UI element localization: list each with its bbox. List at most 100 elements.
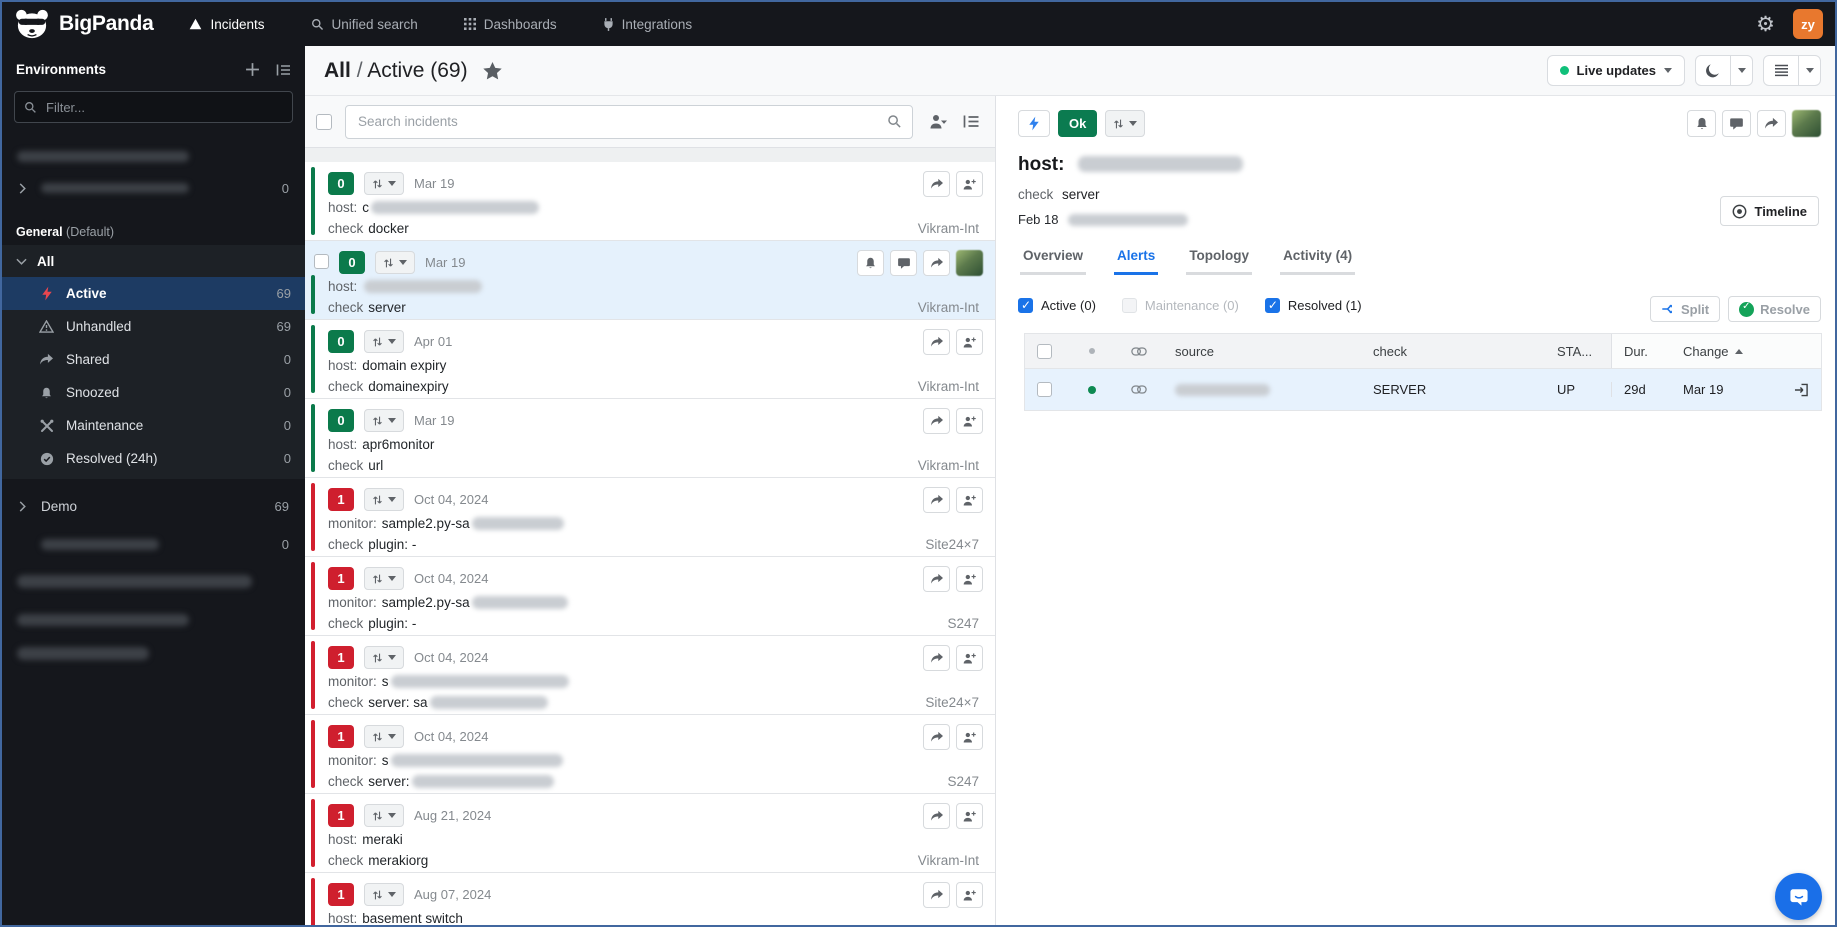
assign-user-button[interactable] [956, 408, 983, 434]
share-button[interactable] [923, 408, 950, 434]
sidebar-group-all[interactable]: All [2, 245, 305, 277]
nav-unified-search[interactable]: Unified search [311, 17, 418, 32]
share-button[interactable] [923, 882, 950, 908]
tab-topology[interactable]: Topology [1186, 248, 1253, 275]
comment-button[interactable] [890, 250, 917, 276]
share-button[interactable] [1757, 110, 1786, 137]
assign-user-button[interactable] [956, 487, 983, 513]
dark-mode-button[interactable] [1695, 55, 1753, 86]
assign-user-button[interactable] [956, 329, 983, 355]
list-view-icon[interactable] [963, 114, 980, 129]
sidebar-group-redacted[interactable]: 0 [2, 529, 305, 559]
chat-widget-button[interactable] [1775, 873, 1822, 920]
incident-card[interactable]: 1 Oct 04, 2024 monitor: s check server: S2… [305, 715, 995, 794]
priority-sort-button[interactable] [364, 725, 404, 748]
sidebar-group-demo[interactable]: Demo 69 [2, 489, 305, 523]
caret-down-icon[interactable] [1798, 56, 1820, 85]
user-avatar[interactable]: zy [1793, 9, 1823, 39]
link-icon[interactable] [1115, 385, 1163, 394]
priority-sort-button[interactable] [364, 883, 404, 906]
incident-checkbox[interactable] [314, 254, 329, 269]
incident-card[interactable]: 0 Apr 01 host: domain expiry check domaine… [305, 320, 995, 399]
sidebar-item-unhandled[interactable]: Unhandled 69 [2, 310, 305, 343]
filter-active[interactable]: Active (0) [1018, 298, 1096, 313]
gear-icon[interactable]: ⚙ [1756, 14, 1775, 35]
filter-resolved[interactable]: Resolved (1) [1264, 298, 1362, 313]
incident-card[interactable]: 1 Oct 04, 2024 monitor: sample2.py-sa che… [305, 557, 995, 636]
comment-button[interactable] [1722, 110, 1751, 137]
share-button[interactable] [923, 566, 950, 592]
priority-sort-button[interactable] [1105, 110, 1146, 137]
col-change[interactable]: Change [1671, 334, 1821, 368]
tab-activity[interactable]: Activity (4) [1280, 248, 1356, 275]
col-source[interactable]: source [1163, 344, 1361, 359]
bigpanda-logo[interactable]: BigPanda [2, 9, 154, 39]
trigger-button[interactable] [1018, 110, 1050, 137]
nav-integrations[interactable]: Integrations [603, 17, 692, 32]
nav-incidents[interactable]: Incidents [189, 17, 265, 32]
select-all-checkbox[interactable] [1037, 343, 1052, 359]
incident-card-selected[interactable]: 0 Mar 19 host: check server Vikram-Int [305, 241, 995, 320]
sidebar-item-active[interactable]: Active 69 [2, 277, 305, 310]
share-button[interactable] [923, 645, 950, 671]
priority-sort-button[interactable] [364, 646, 404, 669]
sidebar-item-maintenance[interactable]: Maintenance 0 [2, 409, 305, 442]
share-button[interactable] [923, 724, 950, 750]
tab-alerts[interactable]: Alerts [1114, 248, 1159, 275]
environment-filter-input[interactable] [44, 98, 283, 116]
tab-overview[interactable]: Overview [1020, 248, 1087, 275]
caret-down-icon[interactable] [1730, 56, 1752, 85]
sidebar-item-snoozed[interactable]: Snoozed 0 [2, 376, 305, 409]
layout-options-button[interactable] [1763, 55, 1821, 86]
assign-user-button[interactable] [956, 803, 983, 829]
assignee-avatar[interactable] [1792, 110, 1821, 137]
priority-sort-button[interactable] [364, 409, 404, 432]
assign-user-button[interactable] [956, 724, 983, 750]
incident-card[interactable]: 1 Aug 21, 2024 host: meraki check merakior… [305, 794, 995, 873]
assignee-avatar[interactable] [956, 250, 983, 276]
sidebar-group-redacted[interactable]: 0 [2, 173, 305, 203]
priority-sort-button[interactable] [375, 251, 415, 274]
priority-sort-button[interactable] [364, 488, 404, 511]
checkbox-checked-icon[interactable] [1264, 298, 1280, 313]
environment-list-icon[interactable] [276, 63, 291, 77]
share-button[interactable] [923, 250, 950, 276]
assign-user-button[interactable] [956, 645, 983, 671]
incident-search-input[interactable] [356, 113, 879, 130]
share-button[interactable] [923, 803, 950, 829]
assignee-filter-icon[interactable] [929, 113, 947, 130]
share-button[interactable] [923, 487, 950, 513]
select-all-checkbox[interactable] [316, 113, 332, 130]
star-icon[interactable] [482, 61, 502, 80]
live-updates-button[interactable]: Live updates [1546, 55, 1685, 86]
ok-status-button[interactable]: Ok [1058, 110, 1098, 137]
timeline-button[interactable]: Timeline [1720, 196, 1819, 226]
sidebar-item-shared[interactable]: Shared 0 [2, 343, 305, 376]
priority-sort-button[interactable] [364, 172, 404, 195]
split-button[interactable]: Split [1649, 296, 1721, 322]
snooze-button[interactable] [1687, 110, 1716, 137]
col-check[interactable]: check [1361, 344, 1551, 359]
checkbox-unchecked-icon[interactable] [1121, 298, 1137, 313]
add-environment-icon[interactable] [245, 62, 260, 77]
open-alert-icon[interactable] [1794, 383, 1809, 397]
assign-user-button[interactable] [956, 882, 983, 908]
sidebar-item-resolved[interactable]: Resolved (24h) 0 [2, 442, 305, 475]
incident-card[interactable]: 1 Oct 04, 2024 monitor: s check server: sa… [305, 636, 995, 715]
breadcrumb-root[interactable]: All [324, 59, 351, 82]
checkbox-checked-icon[interactable] [1018, 298, 1033, 313]
col-status[interactable]: STA... [1551, 344, 1611, 359]
col-duration[interactable]: Dur. [1611, 334, 1671, 368]
incident-card[interactable]: 0 Mar 19 host: apr6monitor check url Vikra… [305, 399, 995, 478]
priority-sort-button[interactable] [364, 567, 404, 590]
resolve-button[interactable]: Resolve [1728, 296, 1821, 322]
search-icon[interactable] [887, 114, 902, 129]
nav-dashboards[interactable]: Dashboards [463, 17, 557, 32]
snooze-button[interactable] [857, 250, 884, 276]
row-checkbox[interactable] [1037, 382, 1052, 397]
priority-sort-button[interactable] [364, 804, 404, 827]
incident-card[interactable]: 1 Aug 07, 2024 host: basement switch [305, 873, 995, 925]
priority-sort-button[interactable] [364, 330, 404, 353]
alert-row[interactable]: SERVER UP 29d Mar 19 [1025, 368, 1821, 410]
incident-card[interactable]: 0 Mar 19 host: c check docker Vikram-Int [305, 162, 995, 241]
